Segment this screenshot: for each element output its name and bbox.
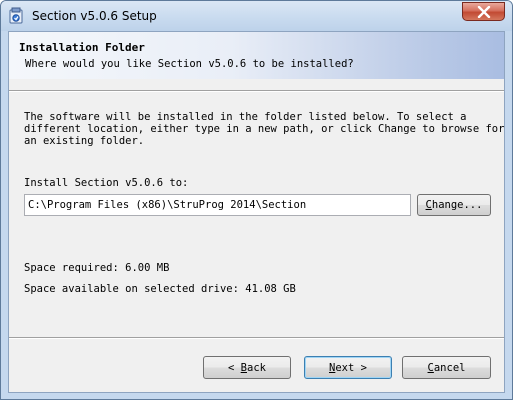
back-button[interactable]: < Back bbox=[203, 356, 291, 379]
footer-divider bbox=[9, 337, 504, 339]
change-button[interactable]: Change... bbox=[417, 194, 491, 216]
cancel-button[interactable]: Cancel bbox=[402, 356, 491, 379]
description-line: The software will be installed in the fo… bbox=[24, 111, 467, 123]
page-subtitle: Where would you like Section v5.0.6 to b… bbox=[25, 58, 354, 70]
header-banner: Installation Folder Where would you like… bbox=[9, 32, 504, 79]
close-icon bbox=[477, 6, 491, 18]
space-required-text: Space required: 6.00 MB bbox=[24, 262, 170, 274]
install-path-input[interactable] bbox=[24, 194, 411, 216]
description-line: an existing folder. bbox=[24, 135, 145, 147]
dialog-client-area: Installation Folder Where would you like… bbox=[8, 31, 505, 393]
space-available-text: Space available on selected drive: 41.08… bbox=[24, 283, 296, 295]
window-title: Section v5.0.6 Setup bbox=[32, 9, 157, 23]
install-folder-label: Install Section v5.0.6 to: bbox=[24, 177, 189, 189]
description-line: different location, either type in a new… bbox=[24, 123, 505, 135]
header-divider bbox=[9, 90, 504, 92]
page-title: Installation Folder bbox=[19, 41, 145, 54]
description-text: The software will be installed in the fo… bbox=[24, 111, 504, 147]
setup-window: Section v5.0.6 Setup Installation Folder… bbox=[0, 0, 513, 400]
next-button[interactable]: Next > bbox=[304, 356, 392, 379]
installer-icon bbox=[9, 7, 23, 24]
title-bar[interactable]: Section v5.0.6 Setup bbox=[1, 1, 512, 31]
close-button[interactable] bbox=[462, 2, 505, 21]
